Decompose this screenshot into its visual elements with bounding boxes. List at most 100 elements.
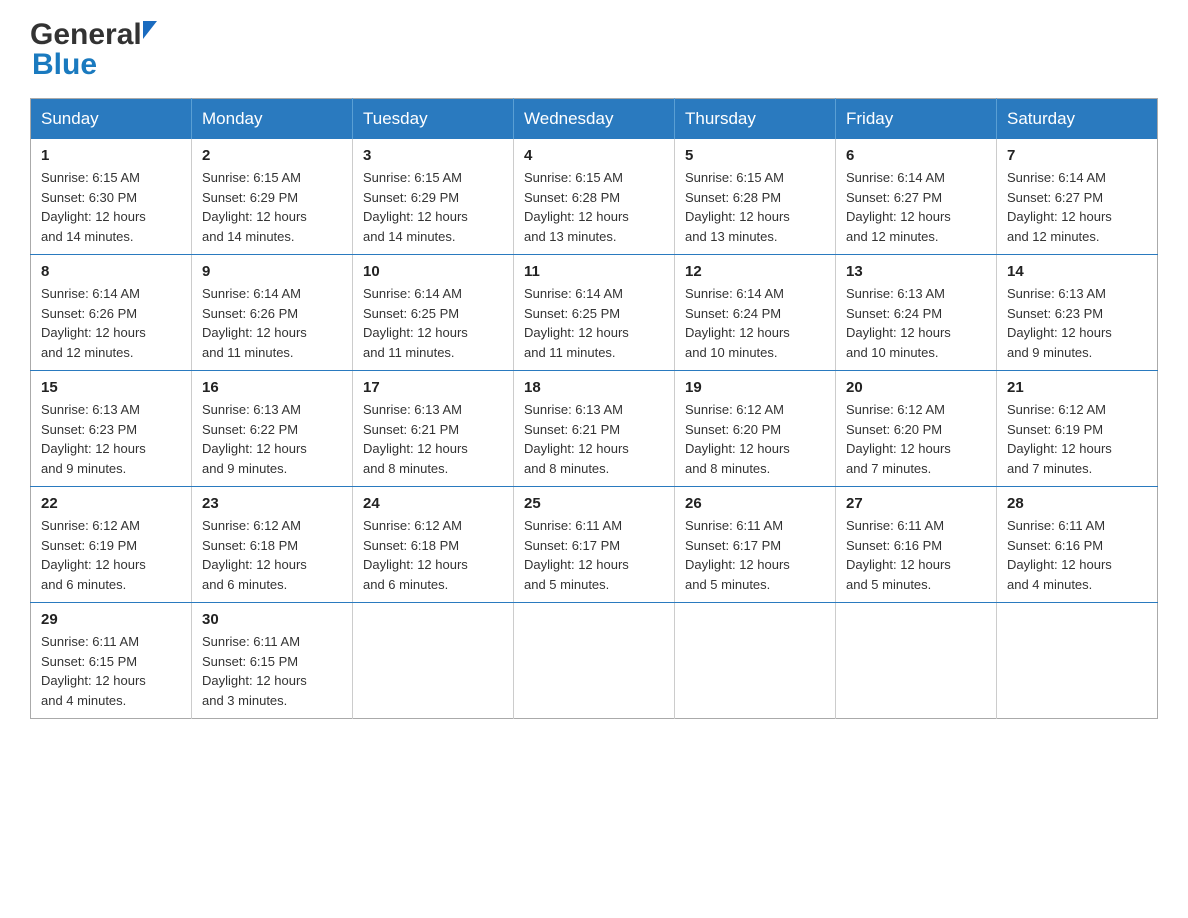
day-info: Sunrise: 6:12 AM Sunset: 6:18 PM Dayligh…	[363, 516, 503, 594]
day-info: Sunrise: 6:11 AM Sunset: 6:15 PM Dayligh…	[41, 632, 181, 710]
calendar-cell: 30 Sunrise: 6:11 AM Sunset: 6:15 PM Dayl…	[192, 603, 353, 719]
calendar-table: SundayMondayTuesdayWednesdayThursdayFrid…	[30, 98, 1158, 719]
calendar-cell: 24 Sunrise: 6:12 AM Sunset: 6:18 PM Dayl…	[353, 487, 514, 603]
day-number: 2	[202, 147, 342, 164]
calendar-cell	[675, 603, 836, 719]
calendar-cell: 4 Sunrise: 6:15 AM Sunset: 6:28 PM Dayli…	[514, 139, 675, 255]
calendar-cell: 21 Sunrise: 6:12 AM Sunset: 6:19 PM Dayl…	[997, 371, 1158, 487]
calendar-cell: 6 Sunrise: 6:14 AM Sunset: 6:27 PM Dayli…	[836, 139, 997, 255]
calendar-cell: 2 Sunrise: 6:15 AM Sunset: 6:29 PM Dayli…	[192, 139, 353, 255]
day-number: 18	[524, 379, 664, 396]
day-info: Sunrise: 6:14 AM Sunset: 6:27 PM Dayligh…	[846, 168, 986, 246]
calendar-cell: 7 Sunrise: 6:14 AM Sunset: 6:27 PM Dayli…	[997, 139, 1158, 255]
calendar-week-row-3: 15 Sunrise: 6:13 AM Sunset: 6:23 PM Dayl…	[31, 371, 1158, 487]
day-info: Sunrise: 6:14 AM Sunset: 6:25 PM Dayligh…	[363, 284, 503, 362]
column-header-wednesday: Wednesday	[514, 99, 675, 140]
day-info: Sunrise: 6:14 AM Sunset: 6:26 PM Dayligh…	[41, 284, 181, 362]
day-number: 16	[202, 379, 342, 396]
day-info: Sunrise: 6:13 AM Sunset: 6:24 PM Dayligh…	[846, 284, 986, 362]
logo-blue-text: Blue	[30, 50, 158, 80]
day-number: 22	[41, 495, 181, 512]
calendar-header-row: SundayMondayTuesdayWednesdayThursdayFrid…	[31, 99, 1158, 140]
calendar-cell: 18 Sunrise: 6:13 AM Sunset: 6:21 PM Dayl…	[514, 371, 675, 487]
day-number: 30	[202, 611, 342, 628]
column-header-thursday: Thursday	[675, 99, 836, 140]
day-info: Sunrise: 6:14 AM Sunset: 6:24 PM Dayligh…	[685, 284, 825, 362]
calendar-cell: 29 Sunrise: 6:11 AM Sunset: 6:15 PM Dayl…	[31, 603, 192, 719]
day-number: 19	[685, 379, 825, 396]
calendar-cell: 28 Sunrise: 6:11 AM Sunset: 6:16 PM Dayl…	[997, 487, 1158, 603]
calendar-cell: 1 Sunrise: 6:15 AM Sunset: 6:30 PM Dayli…	[31, 139, 192, 255]
calendar-week-row-4: 22 Sunrise: 6:12 AM Sunset: 6:19 PM Dayl…	[31, 487, 1158, 603]
column-header-monday: Monday	[192, 99, 353, 140]
day-number: 12	[685, 263, 825, 280]
day-number: 29	[41, 611, 181, 628]
calendar-cell: 13 Sunrise: 6:13 AM Sunset: 6:24 PM Dayl…	[836, 255, 997, 371]
logo-general-text: General	[30, 20, 142, 50]
calendar-cell: 8 Sunrise: 6:14 AM Sunset: 6:26 PM Dayli…	[31, 255, 192, 371]
day-info: Sunrise: 6:15 AM Sunset: 6:29 PM Dayligh…	[202, 168, 342, 246]
day-info: Sunrise: 6:13 AM Sunset: 6:21 PM Dayligh…	[363, 400, 503, 478]
day-number: 24	[363, 495, 503, 512]
day-info: Sunrise: 6:13 AM Sunset: 6:22 PM Dayligh…	[202, 400, 342, 478]
calendar-cell	[353, 603, 514, 719]
day-info: Sunrise: 6:12 AM Sunset: 6:20 PM Dayligh…	[685, 400, 825, 478]
calendar-cell: 14 Sunrise: 6:13 AM Sunset: 6:23 PM Dayl…	[997, 255, 1158, 371]
calendar-cell: 17 Sunrise: 6:13 AM Sunset: 6:21 PM Dayl…	[353, 371, 514, 487]
day-number: 20	[846, 379, 986, 396]
day-number: 11	[524, 263, 664, 280]
page-header: General Blue	[30, 20, 1158, 80]
column-header-tuesday: Tuesday	[353, 99, 514, 140]
day-number: 17	[363, 379, 503, 396]
day-info: Sunrise: 6:15 AM Sunset: 6:28 PM Dayligh…	[685, 168, 825, 246]
day-number: 15	[41, 379, 181, 396]
day-info: Sunrise: 6:15 AM Sunset: 6:29 PM Dayligh…	[363, 168, 503, 246]
day-info: Sunrise: 6:14 AM Sunset: 6:26 PM Dayligh…	[202, 284, 342, 362]
day-info: Sunrise: 6:11 AM Sunset: 6:16 PM Dayligh…	[1007, 516, 1147, 594]
logo: General Blue	[30, 20, 158, 80]
calendar-cell: 3 Sunrise: 6:15 AM Sunset: 6:29 PM Dayli…	[353, 139, 514, 255]
day-info: Sunrise: 6:11 AM Sunset: 6:17 PM Dayligh…	[685, 516, 825, 594]
day-number: 4	[524, 147, 664, 164]
calendar-cell: 19 Sunrise: 6:12 AM Sunset: 6:20 PM Dayl…	[675, 371, 836, 487]
column-header-saturday: Saturday	[997, 99, 1158, 140]
day-info: Sunrise: 6:12 AM Sunset: 6:20 PM Dayligh…	[846, 400, 986, 478]
calendar-week-row-5: 29 Sunrise: 6:11 AM Sunset: 6:15 PM Dayl…	[31, 603, 1158, 719]
day-info: Sunrise: 6:13 AM Sunset: 6:21 PM Dayligh…	[524, 400, 664, 478]
calendar-cell: 11 Sunrise: 6:14 AM Sunset: 6:25 PM Dayl…	[514, 255, 675, 371]
day-info: Sunrise: 6:15 AM Sunset: 6:28 PM Dayligh…	[524, 168, 664, 246]
calendar-cell: 12 Sunrise: 6:14 AM Sunset: 6:24 PM Dayl…	[675, 255, 836, 371]
day-info: Sunrise: 6:11 AM Sunset: 6:15 PM Dayligh…	[202, 632, 342, 710]
day-number: 1	[41, 147, 181, 164]
day-info: Sunrise: 6:13 AM Sunset: 6:23 PM Dayligh…	[1007, 284, 1147, 362]
calendar-cell: 23 Sunrise: 6:12 AM Sunset: 6:18 PM Dayl…	[192, 487, 353, 603]
logo-triangle-icon	[143, 21, 157, 39]
day-number: 8	[41, 263, 181, 280]
calendar-week-row-1: 1 Sunrise: 6:15 AM Sunset: 6:30 PM Dayli…	[31, 139, 1158, 255]
day-number: 26	[685, 495, 825, 512]
day-info: Sunrise: 6:13 AM Sunset: 6:23 PM Dayligh…	[41, 400, 181, 478]
day-info: Sunrise: 6:14 AM Sunset: 6:27 PM Dayligh…	[1007, 168, 1147, 246]
calendar-cell	[514, 603, 675, 719]
calendar-cell: 22 Sunrise: 6:12 AM Sunset: 6:19 PM Dayl…	[31, 487, 192, 603]
day-number: 10	[363, 263, 503, 280]
calendar-cell: 5 Sunrise: 6:15 AM Sunset: 6:28 PM Dayli…	[675, 139, 836, 255]
calendar-cell: 26 Sunrise: 6:11 AM Sunset: 6:17 PM Dayl…	[675, 487, 836, 603]
calendar-cell: 16 Sunrise: 6:13 AM Sunset: 6:22 PM Dayl…	[192, 371, 353, 487]
day-info: Sunrise: 6:12 AM Sunset: 6:19 PM Dayligh…	[1007, 400, 1147, 478]
day-number: 5	[685, 147, 825, 164]
day-number: 27	[846, 495, 986, 512]
day-info: Sunrise: 6:11 AM Sunset: 6:17 PM Dayligh…	[524, 516, 664, 594]
day-number: 28	[1007, 495, 1147, 512]
day-info: Sunrise: 6:12 AM Sunset: 6:18 PM Dayligh…	[202, 516, 342, 594]
day-number: 6	[846, 147, 986, 164]
calendar-cell: 20 Sunrise: 6:12 AM Sunset: 6:20 PM Dayl…	[836, 371, 997, 487]
calendar-cell: 10 Sunrise: 6:14 AM Sunset: 6:25 PM Dayl…	[353, 255, 514, 371]
day-info: Sunrise: 6:12 AM Sunset: 6:19 PM Dayligh…	[41, 516, 181, 594]
day-number: 14	[1007, 263, 1147, 280]
calendar-week-row-2: 8 Sunrise: 6:14 AM Sunset: 6:26 PM Dayli…	[31, 255, 1158, 371]
day-number: 25	[524, 495, 664, 512]
calendar-cell: 27 Sunrise: 6:11 AM Sunset: 6:16 PM Dayl…	[836, 487, 997, 603]
day-number: 3	[363, 147, 503, 164]
calendar-cell: 25 Sunrise: 6:11 AM Sunset: 6:17 PM Dayl…	[514, 487, 675, 603]
